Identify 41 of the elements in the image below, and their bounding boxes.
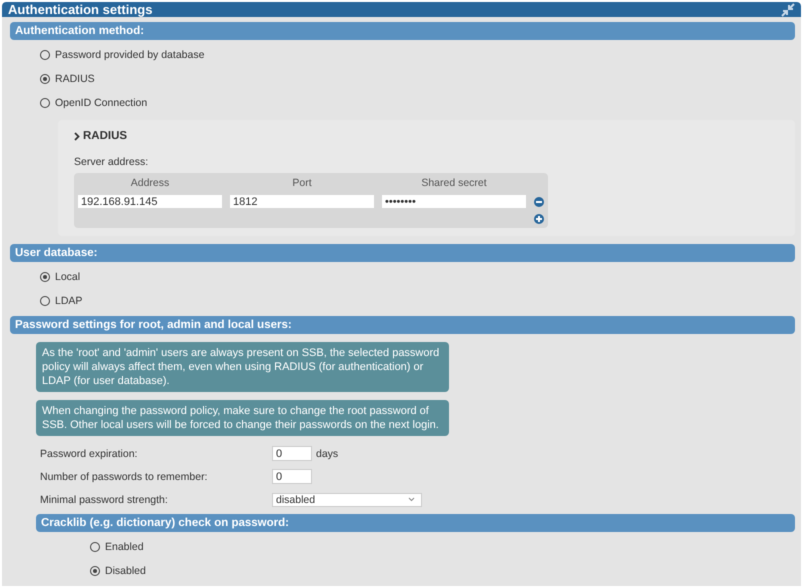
port-field[interactable]: 1812 bbox=[230, 195, 374, 208]
section-header: Authentication method: bbox=[10, 22, 795, 40]
radio-label: Local bbox=[55, 271, 80, 283]
section-header: User database: bbox=[10, 244, 795, 262]
remove-icon[interactable] bbox=[534, 196, 544, 206]
radio-button[interactable] bbox=[40, 74, 50, 84]
radio-button[interactable] bbox=[40, 272, 50, 282]
address-field[interactable]: 192.168.91.145 bbox=[78, 195, 222, 208]
add-icon[interactable] bbox=[534, 214, 544, 224]
strength-dropdown[interactable]: disabled bbox=[272, 492, 422, 506]
section-header: Password settings for root, admin and local users: bbox=[10, 316, 795, 334]
field-label: Server address: bbox=[74, 156, 150, 168]
number-field[interactable]: 0 bbox=[272, 446, 312, 461]
dropdown-caret-icon[interactable] bbox=[408, 497, 415, 502]
radio-label: LDAP bbox=[55, 295, 82, 307]
radio-label: Enabled bbox=[105, 541, 144, 553]
radio-label: Disabled bbox=[105, 565, 146, 577]
unit-label: days bbox=[316, 448, 338, 460]
number-field[interactable]: 0 bbox=[272, 469, 312, 484]
radio-button[interactable] bbox=[40, 50, 50, 60]
radio-button[interactable] bbox=[40, 296, 50, 306]
collapse-icon[interactable] bbox=[781, 2, 795, 16]
column-header: Address bbox=[130, 177, 170, 189]
info-note: As the 'root' and 'admin' users are always present on SSB, the selected password policy will always affect them, even when using RADIUS (for authentication) or LDAP (for user database). bbox=[36, 342, 449, 392]
radio-label: OpenID Connection bbox=[55, 97, 148, 109]
info-note: When changing the password policy, make sure to change the root password of SSB. Other local users will be forced to change their passwords on the next login. bbox=[36, 400, 449, 436]
field-label: Minimal password strength: bbox=[40, 494, 169, 506]
column-header: Shared secret bbox=[420, 177, 488, 189]
column-header: Port bbox=[291, 177, 313, 189]
secret-field[interactable]: •••••••• bbox=[382, 195, 526, 208]
field-label: Password expiration: bbox=[40, 448, 138, 460]
radio-label: RADIUS bbox=[55, 73, 95, 85]
field-label: Number of passwords to remember: bbox=[40, 470, 208, 482]
radio-button[interactable] bbox=[40, 98, 50, 108]
radio-label: Password provided by database bbox=[55, 49, 204, 61]
section-header: Cracklib (e.g. dictionary) check on password: bbox=[36, 514, 795, 532]
radio-button[interactable] bbox=[90, 542, 100, 552]
radio-button[interactable] bbox=[90, 566, 100, 576]
window-title: Authentication settings bbox=[8, 2, 152, 17]
radius-heading[interactable]: RADIUS bbox=[83, 130, 128, 142]
chevron-icon[interactable] bbox=[74, 132, 80, 140]
